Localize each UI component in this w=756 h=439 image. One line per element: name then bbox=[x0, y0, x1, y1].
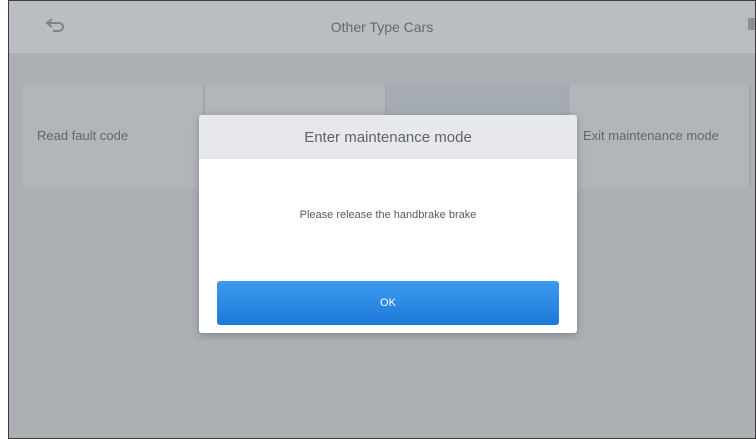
maintenance-dialog: Enter maintenance mode Please release th… bbox=[199, 115, 577, 333]
dialog-title: Enter maintenance mode bbox=[199, 115, 577, 159]
ok-button[interactable]: OK bbox=[217, 281, 559, 325]
app-screen: Other Type Cars Read fault code Exit mai… bbox=[8, 0, 756, 439]
dialog-message: Please release the handbrake brake bbox=[299, 209, 477, 221]
